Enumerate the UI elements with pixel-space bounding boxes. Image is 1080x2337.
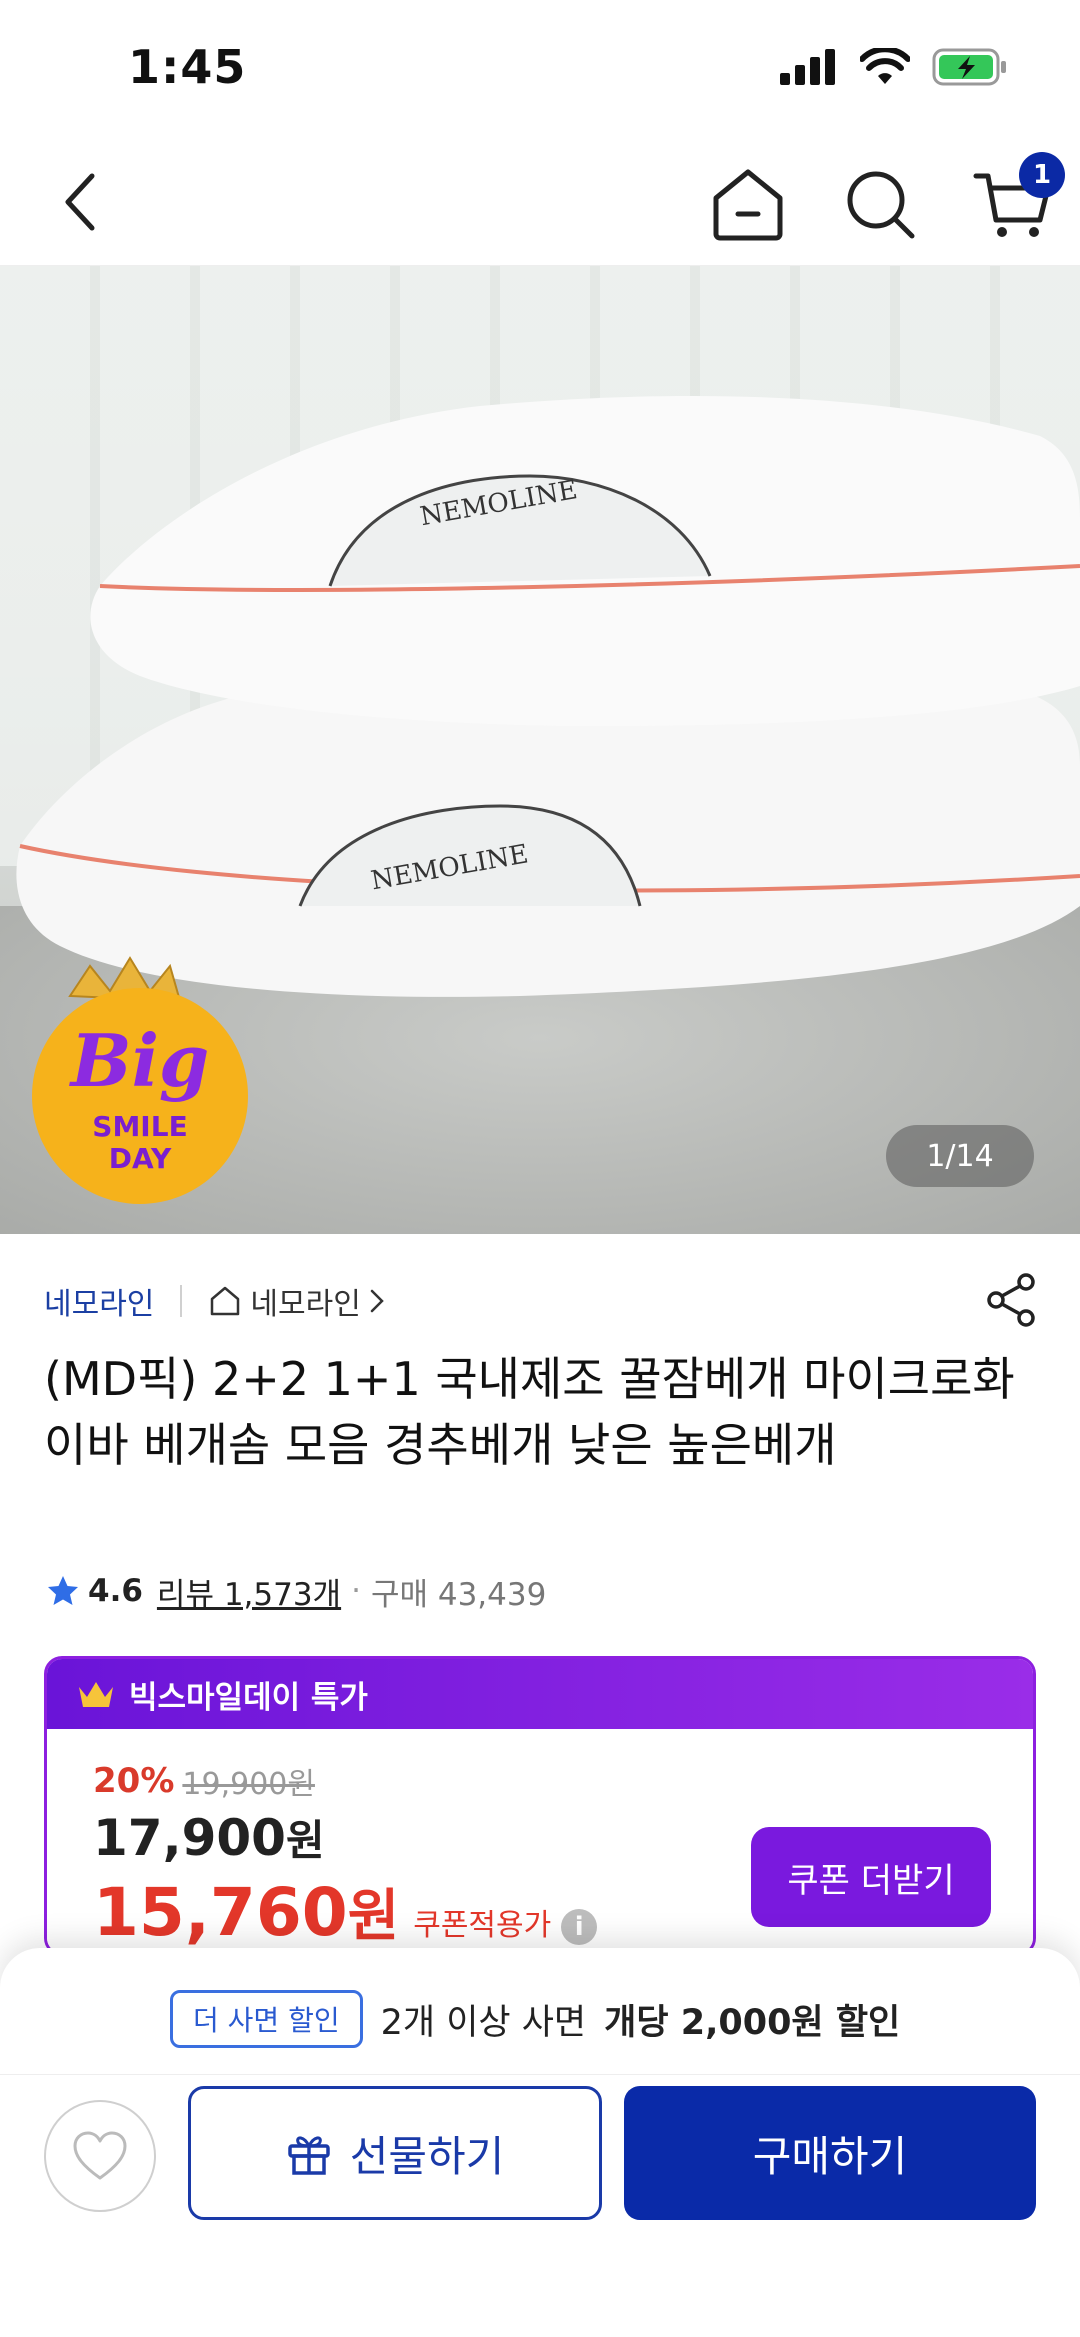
product-image-carousel[interactable]: NEMOLINE NEMOLINE Big SMILE DAY xyxy=(0,266,1080,1234)
status-time: 1:45 xyxy=(128,40,247,94)
coupon-price-unit: 원 xyxy=(347,1884,400,1949)
search-button[interactable] xyxy=(838,162,922,246)
deal-price-box: 빅스마일데이 특가 20% 19,900원 17,900원 15,760 원 쿠폰… xyxy=(44,1656,1036,1956)
chevron-left-icon xyxy=(65,173,95,231)
svg-text:SMILE: SMILE xyxy=(92,1110,187,1143)
brand-divider xyxy=(180,1285,183,1317)
coupon-price: 15,760 원 쿠폰적용가 i xyxy=(93,1871,598,1952)
review-count-link[interactable]: 리뷰 1,573개 xyxy=(157,1569,341,1614)
battery-charging-icon xyxy=(932,48,1006,86)
discount-rate: 20% xyxy=(93,1761,175,1801)
gift-icon xyxy=(287,2136,330,2175)
home-button[interactable] xyxy=(706,162,790,246)
signal-icon xyxy=(780,49,835,85)
crown-icon xyxy=(79,1682,113,1707)
info-icon[interactable]: i xyxy=(561,1909,598,1945)
promo-highlight: 개당 2,000원 할인 xyxy=(604,2002,901,2043)
deal-header-label: 빅스마일데이 특가 xyxy=(129,1679,368,1716)
rating-value: 4.6 xyxy=(88,1573,143,1609)
brand-row: 네모라인 네모라인 xyxy=(44,1276,385,1326)
share-icon xyxy=(987,1273,1035,1327)
coupon-price-number: 15,760 xyxy=(93,1874,348,1951)
svg-text:Big: Big xyxy=(69,1018,210,1103)
brand-link[interactable]: 네모라인 xyxy=(44,1279,154,1323)
buy-button[interactable]: 구매하기 xyxy=(624,2086,1036,2220)
deal-header: 빅스마일데이 특가 xyxy=(47,1659,1033,1729)
gift-button[interactable]: 선물하기 xyxy=(188,2086,602,2220)
chevron-right-icon xyxy=(370,1289,384,1313)
cart-count-badge: 1 xyxy=(1019,152,1065,198)
coupon-price-label: 쿠폰적용가 xyxy=(413,1908,552,1943)
promo-text: 2개 이상 사면 xyxy=(380,2002,587,2043)
purchase-count: 구매 43,439 xyxy=(370,1576,547,1613)
discount-row: 20% 19,900원 xyxy=(93,1759,315,1803)
share-button[interactable] xyxy=(984,1272,1040,1328)
sale-price: 17,900원 xyxy=(93,1807,325,1868)
svg-text:DAY: DAY xyxy=(109,1142,172,1175)
deal-body: 20% 19,900원 17,900원 15,760 원 쿠폰적용가 i 쿠폰 더… xyxy=(47,1729,1033,1953)
sale-price-number: 17,900 xyxy=(93,1809,286,1867)
back-button[interactable] xyxy=(40,162,120,242)
search-icon xyxy=(847,171,915,239)
divider xyxy=(0,2074,1080,2075)
original-price: 19,900원 xyxy=(182,1767,315,1802)
star-icon xyxy=(48,1576,78,1605)
top-navigation-bar xyxy=(0,140,1080,266)
status-bar: 1:45 xyxy=(0,0,1080,140)
get-more-coupons-button[interactable]: 쿠폰 더받기 xyxy=(751,1827,991,1927)
wifi-icon xyxy=(860,48,910,84)
promo-badge: 더 사면 할인 xyxy=(170,1990,363,2048)
sale-price-unit: 원 xyxy=(285,1816,325,1865)
heart-icon xyxy=(73,2131,127,2180)
store-link[interactable]: 네모라인 xyxy=(208,1279,384,1323)
gift-button-label: 선물하기 xyxy=(349,2131,505,2181)
bottom-purchase-sheet: 더 사면 할인 2개 이상 사면 개당 2,000원 할인 선물하기 구매하기 xyxy=(0,1948,1080,2337)
bulk-discount-promo: 더 사면 할인 2개 이상 사면 개당 2,000원 할인 xyxy=(170,1990,900,2048)
home-icon xyxy=(713,169,783,241)
store-home-icon xyxy=(211,1286,240,1316)
product-title: (MD픽) 2+2 1+1 국내제조 꿀잠베개 마이크로화이바 베개솜 모음 경… xyxy=(44,1352,1015,1472)
rating-row: 4.6 리뷰 1,573개 · 구매 43,439 xyxy=(46,1566,546,1616)
separator-dot: · xyxy=(351,1573,361,1609)
store-name: 네모라인 xyxy=(250,1287,361,1322)
wishlist-button[interactable] xyxy=(44,2100,156,2212)
slide-counter: 1/14 xyxy=(886,1125,1034,1187)
event-badge-logo: Big SMILE DAY xyxy=(32,956,248,1204)
status-icons xyxy=(780,48,1008,86)
